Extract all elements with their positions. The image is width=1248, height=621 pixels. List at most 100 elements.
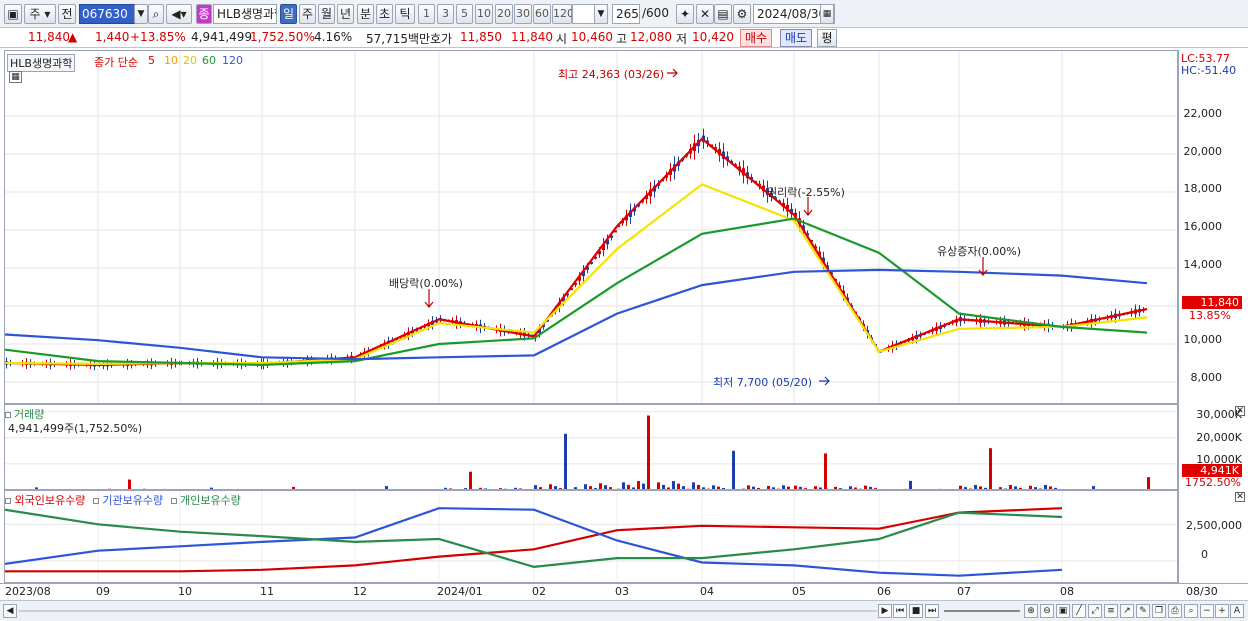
window-icon[interactable]: ▣ (4, 4, 22, 24)
main-toolbar: ▣ 주 ▾ 전 067630 ▼ ⌕ ◀▾ 종 HLB생명과학 일 주 월 년 … (0, 0, 1248, 28)
chart-stock-name[interactable]: HLB생명과학 (7, 54, 76, 72)
step-1[interactable]: 1 (418, 4, 435, 24)
draw-trend-icon[interactable]: ⤢ (1088, 604, 1102, 618)
volume-bar (622, 482, 625, 489)
holdings-chart-pane[interactable]: 외국인보유수량 기관보유수량 개인보유수량 (4, 490, 1178, 583)
price-chart (5, 51, 1177, 403)
volume-bar (469, 471, 472, 489)
font-size-icon[interactable]: A (1230, 604, 1244, 618)
zoom-in-icon[interactable]: ⊕ (1024, 604, 1038, 618)
volume-tick: 20,000K (1196, 431, 1242, 444)
price-tick: 20,000 (1183, 145, 1223, 158)
scroll-left-icon[interactable]: ◀ (3, 604, 17, 618)
pencil-icon[interactable]: ✎ (1136, 604, 1150, 618)
zoom-out-icon[interactable]: ⊖ (1040, 604, 1054, 618)
period-minute[interactable]: 분 (357, 4, 374, 24)
magnify-icon[interactable]: ⌕ (1184, 604, 1198, 618)
volume-bar (564, 433, 567, 489)
scroll-right-icon[interactable]: ▶ (878, 604, 892, 618)
plus-icon[interactable]: + (1215, 604, 1229, 618)
search-icon[interactable]: ⌕ (148, 4, 164, 24)
eval-button[interactable]: 평 (817, 29, 837, 47)
buy-button[interactable]: 매수 (740, 29, 772, 47)
gear-icon[interactable]: ⚙ (733, 4, 751, 24)
price-tick: 8,000 (1190, 371, 1223, 384)
type-badge: 종 (196, 4, 212, 24)
stop-icon[interactable]: ■ (909, 604, 923, 618)
ma-120-label: 120 (222, 54, 243, 67)
pane-close-icon[interactable]: ✕ (1235, 406, 1245, 416)
save-icon[interactable]: ▤ (714, 4, 732, 24)
minus-icon[interactable]: − (1200, 604, 1214, 618)
forward-icon[interactable]: ⏭ (925, 604, 939, 618)
copy-icon[interactable]: ❐ (1152, 604, 1166, 618)
period-tick[interactable]: 틱 (395, 4, 415, 24)
low-annotation: 최저 7,700 (05/20) (713, 376, 813, 389)
date-tick: 10 (178, 585, 192, 598)
sell-button[interactable]: 매도 (780, 29, 812, 47)
scroll-track[interactable] (19, 610, 877, 612)
period-week[interactable]: 주 (299, 4, 316, 24)
volume-bar (672, 481, 675, 489)
date-value: 2024/08/30 (757, 7, 827, 21)
price-chart-pane[interactable]: HLB생명과학 종가 단순 5 10 20 60 120 ▦ 최고 24,363… (4, 50, 1178, 404)
price-change: 1,440 (95, 30, 130, 44)
step-120[interactable]: 120 (552, 4, 574, 24)
period-year[interactable]: 년 (337, 4, 354, 24)
period-second[interactable]: 초 (376, 4, 393, 24)
date-tick: 06 (877, 585, 891, 598)
stock-name-field: HLB생명과학 (213, 4, 277, 24)
draw-line-icon[interactable]: ╱ (1072, 604, 1086, 618)
step-60[interactable]: 60 (533, 4, 551, 24)
speaker-icon[interactable]: ◀▾ (166, 4, 192, 24)
step-20[interactable]: 20 (495, 4, 513, 24)
step-30[interactable]: 30 (514, 4, 532, 24)
price-tick: 18,000 (1183, 182, 1223, 195)
period-day[interactable]: 일 (280, 4, 297, 24)
draw-fib-icon[interactable]: ≡ (1104, 604, 1118, 618)
step-dropdown-icon[interactable]: ▼ (594, 4, 608, 24)
tools-icon[interactable]: ✦ (676, 4, 694, 24)
holdings-tick: 0 (1201, 548, 1208, 561)
volume-chart-pane[interactable]: 거래량 4,941,499주(1,752.50%) (4, 404, 1178, 490)
scroll-toolbar: ◀ ▶ ⏮ ■ ⏭ ⊕ ⊖ ▣ ╱ ⤢ ≡ ↗ ✎ ❐ ⎙ ⌕ − + A (0, 600, 1248, 621)
zoom-slider[interactable] (944, 610, 1020, 612)
stock-code-input[interactable]: 067630 (79, 4, 135, 24)
bid-price: 11,840 (511, 30, 553, 44)
volume-last-rate: 1752.50% (1185, 476, 1241, 489)
low-price: 10,420 (692, 30, 734, 44)
legend-box-icon (5, 412, 11, 418)
layout-icon[interactable]: ▣ (1056, 604, 1070, 618)
ma-20-label: 20 (183, 54, 197, 67)
count-total: /600 (642, 6, 669, 20)
crosshair-icon[interactable]: ✕ (696, 4, 714, 24)
prev-button[interactable]: 전 (58, 4, 76, 24)
holdings-legend: 외국인보유수량 기관보유수량 개인보유수량 (5, 492, 241, 508)
count-input[interactable]: 265 (612, 4, 640, 24)
step-10[interactable]: 10 (475, 4, 493, 24)
volume-bar (637, 481, 640, 489)
draw-arrow-icon[interactable]: ↗ (1120, 604, 1134, 618)
pane-close-icon[interactable]: ✕ (1235, 492, 1245, 502)
date-tick: 11 (260, 585, 274, 598)
volume-rate: 1,752.50% (250, 30, 315, 44)
price-tick: 16,000 (1183, 220, 1223, 233)
hc-value: HC:-51.40 (1181, 64, 1237, 77)
code-dropdown-icon[interactable]: ▼ (134, 4, 148, 24)
volume-bar (128, 479, 131, 489)
step-3[interactable]: 3 (437, 4, 454, 24)
date-tick: 08 (1060, 585, 1074, 598)
volume-bar (692, 482, 695, 489)
date-tick: 2023/08 (5, 585, 51, 598)
price-axis: LC:53.77 HC:-51.40 22,000 20,000 18,000 … (1178, 50, 1248, 404)
volume-bar (647, 415, 650, 489)
calendar-icon[interactable]: ▦ (820, 4, 834, 24)
grid-toggle-icon[interactable]: ▦ (9, 71, 22, 83)
volume-axis: 30,000K 20,000K 10,000K 4,941K 1752.50% … (1178, 404, 1248, 490)
step-5[interactable]: 5 (456, 4, 473, 24)
rewind-icon[interactable]: ⏮ (893, 604, 907, 618)
volume-bar (824, 453, 827, 489)
mode-select[interactable]: 주 ▾ (24, 4, 56, 24)
print-icon[interactable]: ⎙ (1168, 604, 1182, 618)
period-month[interactable]: 월 (318, 4, 335, 24)
